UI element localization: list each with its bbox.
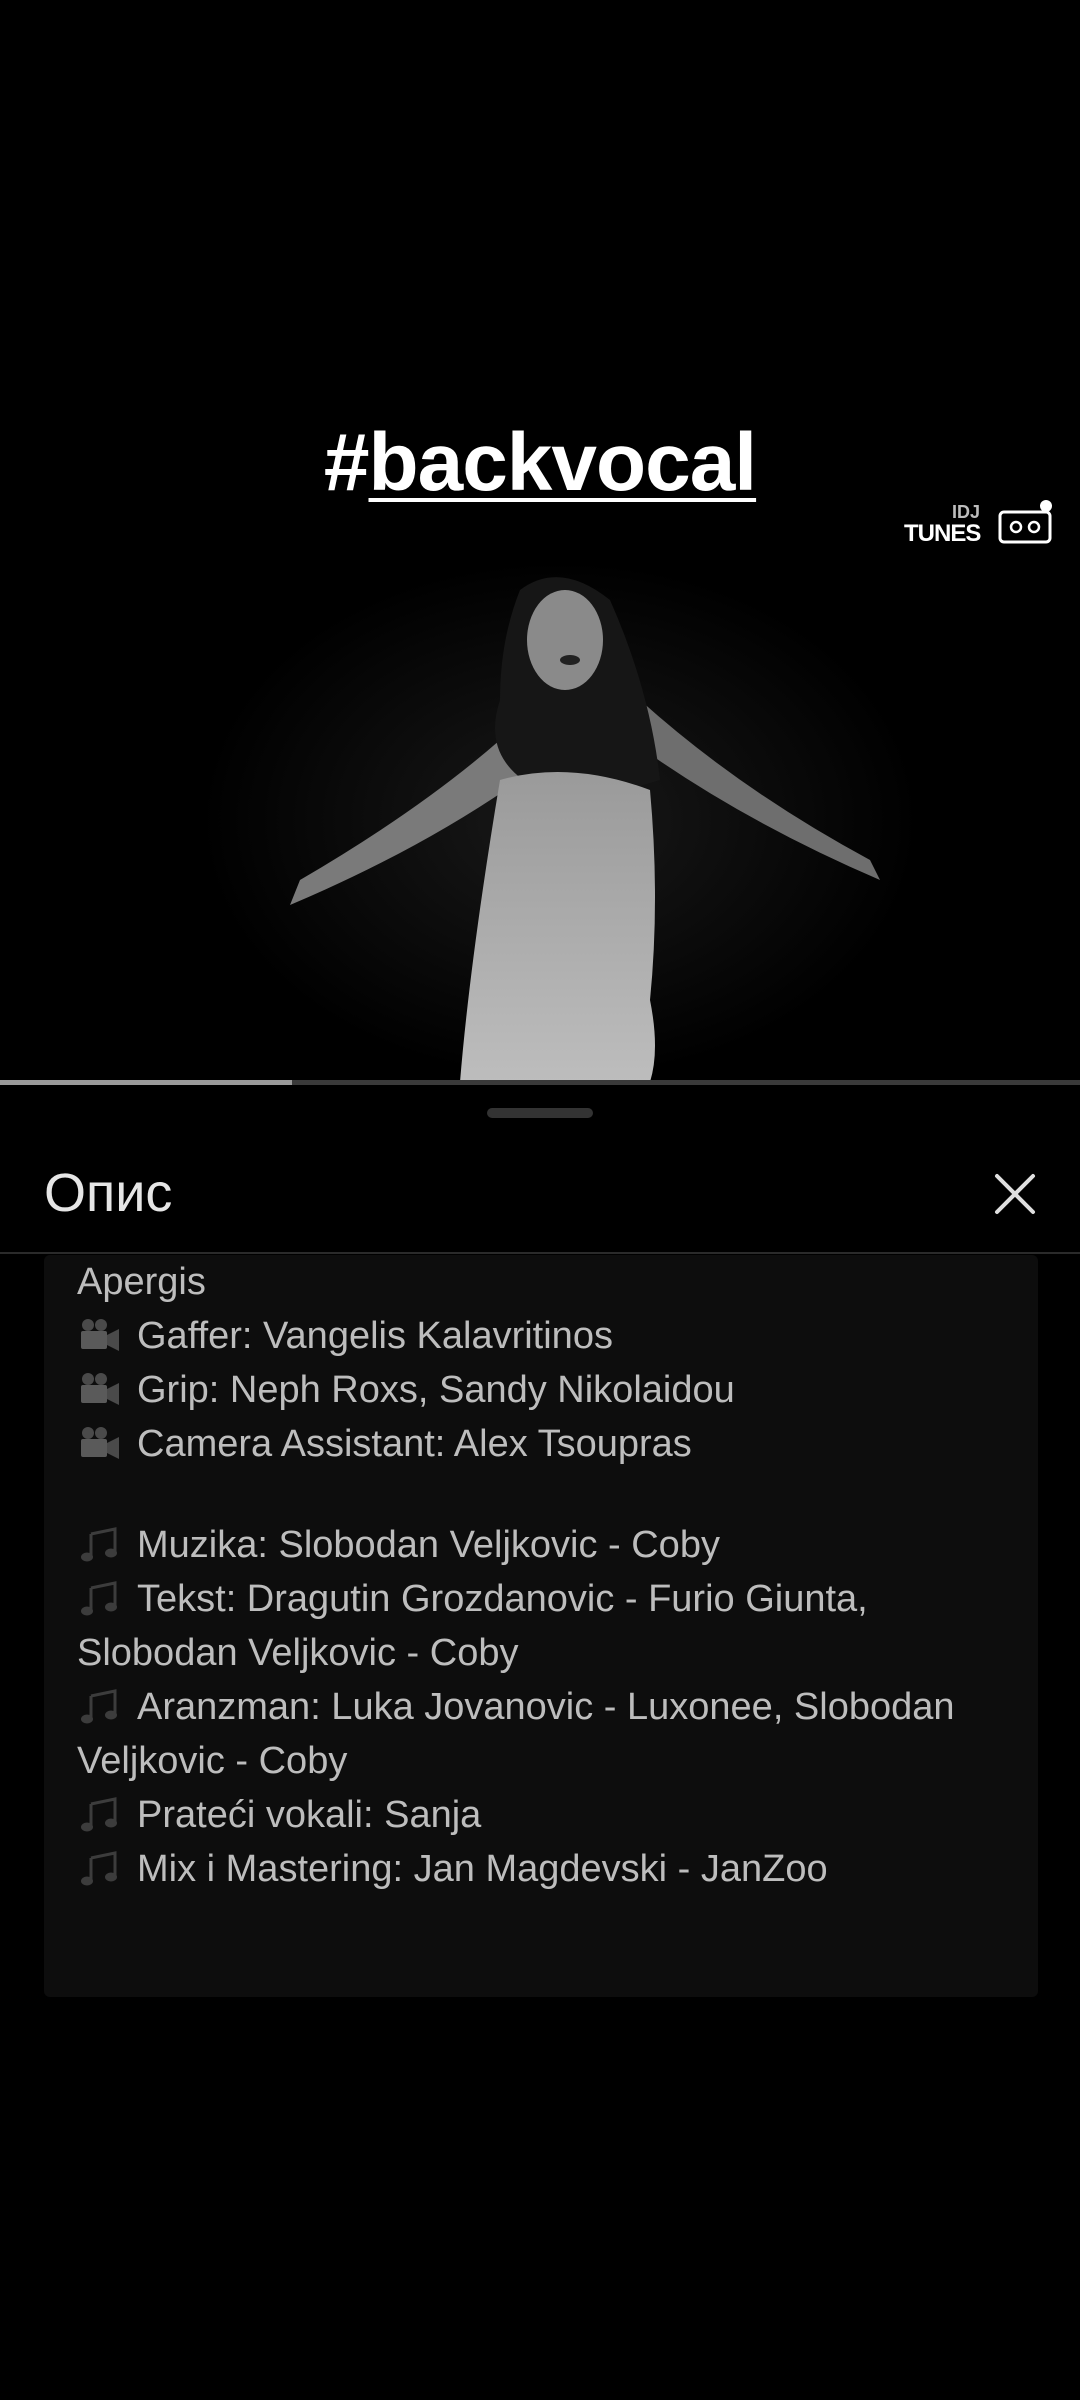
sheet-header: Опис [0,1140,1080,1254]
music-notes-icon [77,1687,123,1725]
description-line: Slobodan Veljkovic - Coby [77,1626,1027,1680]
description-line: Muzika: Slobodan Veljkovic - Coby [77,1518,1027,1572]
film-camera-icon [77,1316,123,1354]
description-line: Mix i Mastering: Jan Magdevski - JanZoo [77,1842,1027,1896]
description-line-text: Camera Assistant: Alex Tsoupras [137,1423,692,1465]
description-line-text: Veljkovic - Coby [77,1740,348,1782]
sheet-title: Опис [44,1163,173,1223]
music-notes-icon [77,1849,123,1887]
description-line: Tekst: Dragutin Grozdanovic - Furio Giun… [77,1572,1027,1626]
description-line-text: Prateći vokali: Sanja [137,1794,482,1836]
video-player[interactable]: #backvocal IDJ TUNES [0,0,1080,1082]
description-line: Apergis [77,1255,1027,1309]
sheet-drag-handle[interactable] [487,1108,593,1118]
description-line: Gaffer: Vangelis Kalavritinos [77,1309,1027,1363]
description-line-text: Apergis [77,1261,206,1303]
cassette-logo-icon [998,500,1052,544]
description-line: Aranzman: Luka Jovanovic - Luxonee, Slob… [77,1680,1027,1734]
description-sheet: Опис Apergis Gaffer: Vangelis Kalavritino… [0,1085,1080,2400]
watermark-tunes-label: TUNES [904,520,981,547]
close-icon [995,1174,1035,1214]
film-camera-icon [77,1424,123,1462]
description-line-text: Slobodan Veljkovic - Coby [77,1632,519,1674]
description-line-text: Grip: Neph Roxs, Sandy Nikolaidou [137,1369,735,1411]
video-hashtag[interactable]: #backvocal [0,416,1080,510]
idj-tunes-watermark: IDJ TUNES [904,498,1062,550]
hashtag-word: backvocal [368,417,758,508]
description-line: Grip: Neph Roxs, Sandy Nikolaidou [77,1363,1027,1417]
description-content[interactable]: Apergis Gaffer: Vangelis Kalavritinos Grip… [44,1255,1038,1997]
music-notes-icon [77,1795,123,1833]
description-line-text: Aranzman: Luka Jovanovic - Luxonee, Slob… [137,1686,955,1728]
description-line-text: Tekst: Dragutin Grozdanovic - Furio Giun… [137,1578,868,1620]
description-line: Camera Assistant: Alex Tsoupras [77,1417,1027,1471]
description-line-text: Gaffer: Vangelis Kalavritinos [137,1315,613,1357]
hashtag-symbol: # [323,417,370,508]
description-line: Prateći vokali: Sanja [77,1788,1027,1842]
description-line [77,1471,1027,1518]
film-camera-icon [77,1370,123,1408]
music-notes-icon [77,1579,123,1617]
music-notes-icon [77,1525,123,1563]
description-lines: Apergis Gaffer: Vangelis Kalavritinos Grip… [77,1255,1027,1896]
close-button[interactable] [985,1164,1045,1224]
description-line-text: Mix i Mastering: Jan Magdevski - JanZoo [137,1848,828,1890]
description-line: Veljkovic - Coby [77,1734,1027,1788]
description-line-text: Muzika: Slobodan Veljkovic - Coby [137,1524,720,1566]
